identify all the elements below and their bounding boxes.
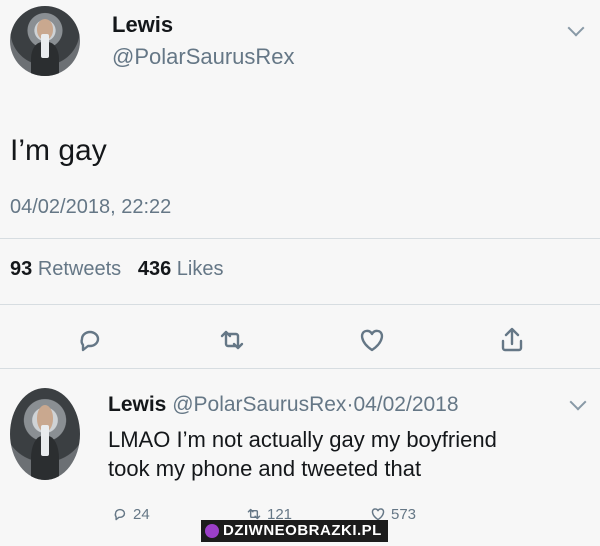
likes-count[interactable]: 436 <box>138 258 171 280</box>
main-tweet: Lewis @PolarSaurusRex I’m gay 04/02/2018… <box>0 0 600 369</box>
chevron-down-icon[interactable] <box>567 19 585 37</box>
heart-icon <box>360 329 384 352</box>
divider <box>0 304 600 305</box>
tweet-text: I’m gay <box>10 134 107 167</box>
divider <box>0 238 600 239</box>
avatar[interactable] <box>10 6 80 76</box>
watermark-logo-icon <box>205 523 219 538</box>
share-icon <box>501 327 523 352</box>
retweet-button[interactable] <box>214 322 250 358</box>
like-button[interactable] <box>354 322 390 358</box>
likes-label[interactable]: Likes <box>177 258 224 280</box>
like-count: 573 <box>391 505 417 523</box>
chevron-down-icon[interactable] <box>569 393 587 411</box>
display-name[interactable]: Lewis <box>112 12 173 38</box>
retweet-icon <box>220 330 244 350</box>
tweet-timestamp[interactable]: 04/02/2018, 22:22 <box>10 196 171 219</box>
reply-avatar[interactable] <box>10 388 80 480</box>
avatar-phone <box>40 424 50 457</box>
watermark: DZIWNEOBRAZKI.PL <box>201 520 388 542</box>
watermark-text: DZIWNEOBRAZKI.PL <box>223 522 382 539</box>
reply-date[interactable]: 04/02/2018 <box>353 393 458 416</box>
reply-handle[interactable]: @PolarSaurusRex <box>172 393 346 416</box>
reply-icon <box>80 330 100 352</box>
reply-text-line: took my phone and tweeted that <box>108 456 422 481</box>
user-handle[interactable]: @PolarSaurusRex <box>112 44 295 70</box>
retweets-label[interactable]: Retweets <box>38 258 121 280</box>
share-button[interactable] <box>494 322 530 358</box>
reply-header: Lewis @PolarSaurusRex·04/02/2018 <box>108 393 459 417</box>
reply-icon <box>114 508 126 521</box>
tweet-stats: 93 Retweets 436 Likes <box>10 258 224 281</box>
retweets-count[interactable]: 93 <box>10 258 32 280</box>
divider <box>0 368 600 369</box>
reply-display-name[interactable]: Lewis <box>108 393 166 416</box>
reply-button[interactable] <box>72 322 108 358</box>
reply-count: 24 <box>133 505 150 523</box>
reply-count-button[interactable]: 24 <box>110 504 150 524</box>
reply-text-line: LMAO I’m not actually gay my boyfriend <box>108 427 497 452</box>
avatar-phone <box>40 34 50 58</box>
